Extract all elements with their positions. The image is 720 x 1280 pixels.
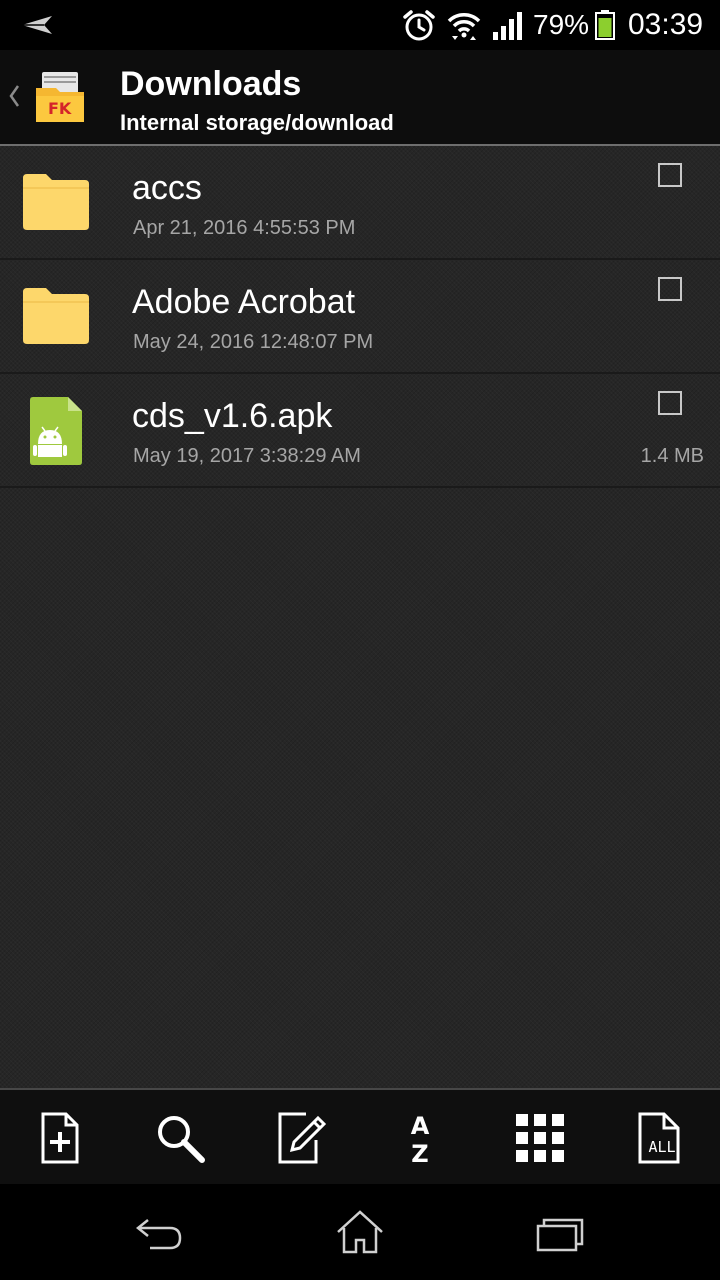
status-clock: 03:39 [628,8,704,41]
file-name: cds_v1.6.apk [132,397,333,435]
status-bar: 79% 03:39 [0,0,720,50]
search-button[interactable] [152,1110,208,1166]
sort-label-bottom: Z [411,1140,428,1166]
app-logo-icon[interactable]: FK [34,70,86,124]
signal-icon [493,12,522,40]
screen: 79% 03:39 FK Downloads Internal storage/… [0,0,720,1280]
wifi-icon [447,13,481,40]
home-icon [337,1210,383,1254]
bottom-toolbar: A Z ALL [0,1088,720,1184]
select-all-button[interactable]: ALL [632,1110,688,1166]
file-row[interactable]: cds_v1.6.apk May 19, 2017 3:38:29 AM 1.4… [0,374,720,488]
file-size: 1.4 MB [640,445,704,467]
recents-icon [536,1218,584,1252]
file-date: May 19, 2017 3:38:29 AM [133,445,361,467]
recents-button[interactable] [530,1208,590,1258]
edit-button[interactable] [272,1110,328,1166]
file-date: Apr 21, 2016 4:55:53 PM [133,217,356,239]
sort-az-icon: A Z [411,1112,430,1166]
current-path: Internal storage/download [120,110,394,135]
back-button[interactable] [130,1208,190,1258]
new-file-icon [41,1112,79,1164]
action-bar: FK Downloads Internal storage/download [0,50,720,146]
back-icon [135,1219,182,1250]
battery-icon [595,10,615,40]
folder-icon [23,288,89,344]
app-logo-text: FK [48,99,72,118]
search-icon [158,1116,205,1163]
folder-icon [23,174,89,230]
select-checkbox[interactable] [658,163,682,187]
file-date: May 24, 2016 12:48:07 PM [133,331,374,353]
edit-icon [278,1112,327,1164]
page-title: Downloads [120,65,302,103]
up-navigation-icon[interactable] [6,82,22,110]
alarm-icon [403,10,435,41]
sort-button[interactable]: A Z [392,1110,448,1166]
select-all-icon: ALL [638,1112,680,1164]
navigation-bar [0,1184,720,1280]
grid-view-button[interactable] [512,1110,568,1166]
battery-percentage: 79% [533,9,590,40]
select-checkbox[interactable] [658,391,682,415]
file-list: accs Apr 21, 2016 4:55:53 PM Adobe Acrob… [0,146,720,488]
apk-file-icon [30,397,82,465]
home-button[interactable] [330,1208,390,1258]
select-all-label: ALL [648,1138,675,1156]
sort-label-top: A [411,1112,430,1140]
new-file-button[interactable] [32,1110,88,1166]
file-name: accs [132,169,202,207]
select-checkbox[interactable] [658,277,682,301]
file-row[interactable]: Adobe Acrobat May 24, 2016 12:48:07 PM [0,260,720,374]
file-name: Adobe Acrobat [132,283,356,321]
file-row[interactable]: accs Apr 21, 2016 4:55:53 PM [0,146,720,260]
send-icon [22,16,52,34]
grid-view-icon [516,1114,564,1162]
